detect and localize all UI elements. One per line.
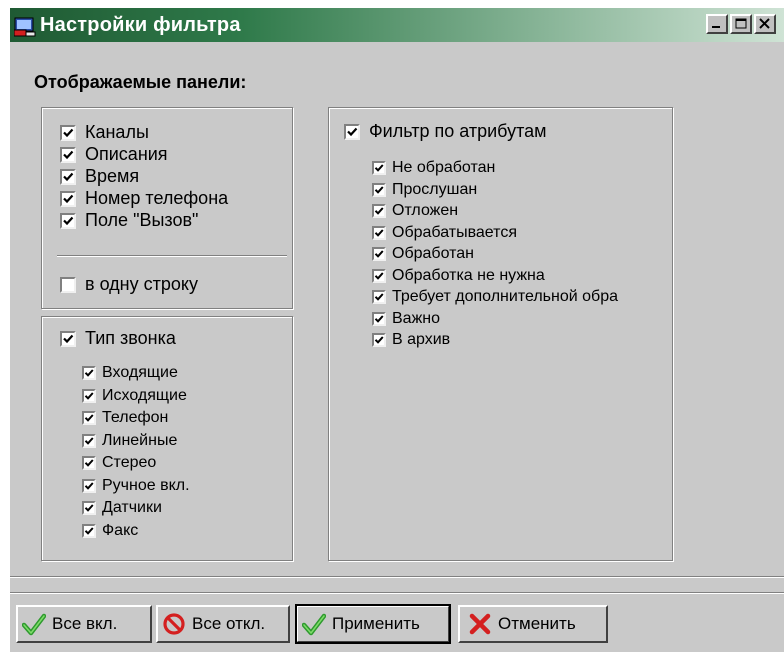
call-type-item-checkbox[interactable] <box>82 523 96 538</box>
call-type-item-label: Датчики <box>102 499 162 516</box>
displayed-panels-label: Отображаемые панели: <box>34 72 247 92</box>
attribute-item-checkbox[interactable] <box>372 311 386 326</box>
attribute-item-label: Прослушан <box>392 180 478 198</box>
bottom-separator-1 <box>10 576 784 578</box>
attribute-filter-label: Фильтр по атрибутам <box>369 121 547 141</box>
call-type-item-label: Входящие <box>102 364 178 381</box>
attribute-item-label: Важно <box>392 309 441 327</box>
green-check-icon <box>302 612 326 636</box>
call-type-item-label: Стерео <box>102 454 157 471</box>
all-off-label: Все откл. <box>192 614 266 633</box>
panel-checkbox-row[interactable]: Поле "Вызов" <box>60 210 198 231</box>
call-type-item-checkbox-row[interactable]: Исходящие <box>82 387 187 405</box>
attribute-item-checkbox[interactable] <box>372 333 386 347</box>
attribute-filter-checkbox-row[interactable]: Фильтр по атрибутам <box>344 121 547 142</box>
apply-button[interactable]: Применить <box>295 604 451 644</box>
attribute-item-checkbox-row[interactable]: Прослушан <box>372 181 477 199</box>
panel-checkbox-row[interactable]: Каналы <box>60 122 149 143</box>
call-type-item-checkbox[interactable] <box>82 456 96 470</box>
panel-checkbox-row[interactable]: Номер телефона <box>60 188 228 209</box>
attribute-item-checkbox-row[interactable]: Требует дополнительной обра <box>372 288 618 306</box>
call-type-item-checkbox-row[interactable]: Стерео <box>82 454 156 472</box>
panel-label: Каналы <box>85 122 149 142</box>
apply-label: Применить <box>332 614 420 633</box>
call-type-item-checkbox[interactable] <box>82 366 96 380</box>
call-type-item-label: Ручное вкл. <box>102 476 190 494</box>
attribute-item-checkbox[interactable] <box>372 247 386 261</box>
attribute-item-checkbox[interactable] <box>372 290 386 304</box>
panel-label: Поле "Вызов" <box>85 210 199 230</box>
attribute-item-checkbox-row[interactable]: В архив <box>372 331 450 349</box>
one-line-checkbox[interactable] <box>60 276 76 293</box>
all-on-label: Все вкл. <box>52 614 118 633</box>
red-x-icon <box>468 612 492 636</box>
attribute-item-label: Отложен <box>392 202 459 219</box>
cancel-button[interactable]: Отменить <box>458 605 608 643</box>
attribute-item-checkbox-row[interactable]: Обрабатывается <box>372 224 517 242</box>
call-type-checkbox-row[interactable]: Тип звонка <box>60 328 176 349</box>
call-type-item-checkbox-row[interactable]: Датчики <box>82 499 162 517</box>
call-type-item-checkbox-row[interactable]: Телефон <box>82 409 168 427</box>
one-line-checkbox-row[interactable]: в одну строку <box>60 274 198 295</box>
attribute-item-label: В архив <box>392 331 451 348</box>
call-type-item-label: Линейные <box>102 431 178 449</box>
panel-checkbox-row[interactable]: Описания <box>60 144 168 165</box>
attribute-item-checkbox[interactable] <box>372 204 386 218</box>
attribute-item-label: Требует дополнительной обра <box>392 288 618 305</box>
cancel-label: Отменить <box>498 614 576 633</box>
call-type-item-checkbox[interactable] <box>82 501 96 515</box>
attribute-item-checkbox[interactable] <box>372 182 386 197</box>
minimize-button[interactable] <box>706 14 728 34</box>
attribute-item-checkbox-row[interactable]: Обработка не нужна <box>372 267 545 285</box>
call-type-item-checkbox[interactable] <box>82 478 96 493</box>
panel-checkbox[interactable] <box>60 168 76 185</box>
attribute-item-checkbox-row[interactable]: Важно <box>372 310 440 328</box>
call-type-item-checkbox[interactable] <box>82 433 96 448</box>
bottom-separator-2 <box>10 592 784 594</box>
attribute-item-label: Не обработан <box>392 159 496 176</box>
green-check-icon <box>22 612 46 636</box>
call-type-item-checkbox-row[interactable]: Факс <box>82 522 138 540</box>
call-type-item-label: Телефон <box>102 409 169 426</box>
attribute-item-label: Обработка не нужна <box>392 266 545 284</box>
call-type-item-label: Факс <box>102 521 139 539</box>
call-type-checkbox[interactable] <box>60 330 76 347</box>
all-off-button[interactable]: Все откл. <box>156 605 290 643</box>
attribute-item-label: Обрабатывается <box>392 223 517 241</box>
panel-checkbox[interactable] <box>60 124 76 141</box>
panels-separator <box>57 255 287 257</box>
panel-checkbox-row[interactable]: Время <box>60 166 139 187</box>
attribute-item-checkbox-row[interactable]: Не обработан <box>372 159 495 177</box>
app-icon <box>13 15 36 37</box>
one-line-label: в одну строку <box>85 274 198 294</box>
call-type-item-checkbox-row[interactable]: Линейные <box>82 432 177 450</box>
maximize-button[interactable] <box>730 14 752 34</box>
call-type-item-checkbox-row[interactable]: Ручное вкл. <box>82 477 190 495</box>
attribute-item-checkbox-row[interactable]: Обработан <box>372 245 474 263</box>
attribute-filter-checkbox[interactable] <box>344 123 360 140</box>
attribute-item-checkbox-row[interactable]: Отложен <box>372 202 458 220</box>
title-bar[interactable]: Настройки фильтра <box>10 8 784 42</box>
panel-checkbox[interactable] <box>60 212 76 229</box>
panel-checkbox[interactable] <box>60 190 76 207</box>
window-title: Настройки фильтра <box>40 14 241 36</box>
attribute-item-checkbox[interactable] <box>372 225 386 240</box>
attribute-item-checkbox[interactable] <box>372 161 386 175</box>
no-entry-icon <box>162 612 186 636</box>
close-button[interactable] <box>754 14 776 34</box>
panel-label: Номер телефона <box>85 188 229 208</box>
call-type-item-checkbox[interactable] <box>82 411 96 425</box>
attribute-item-checkbox[interactable] <box>372 268 386 283</box>
call-type-label: Тип звонка <box>85 328 176 348</box>
all-on-button[interactable]: Все вкл. <box>16 605 152 643</box>
call-type-item-checkbox[interactable] <box>82 388 96 403</box>
filter-settings-dialog: Настройки фильтра Отображаемые панели: К… <box>10 8 784 652</box>
panel-label: Время <box>85 166 140 186</box>
call-type-item-label: Исходящие <box>102 386 187 404</box>
panel-checkbox[interactable] <box>60 146 76 163</box>
panel-label: Описания <box>85 144 168 164</box>
call-type-item-checkbox-row[interactable]: Входящие <box>82 364 178 382</box>
attribute-item-label: Обработан <box>392 245 474 262</box>
